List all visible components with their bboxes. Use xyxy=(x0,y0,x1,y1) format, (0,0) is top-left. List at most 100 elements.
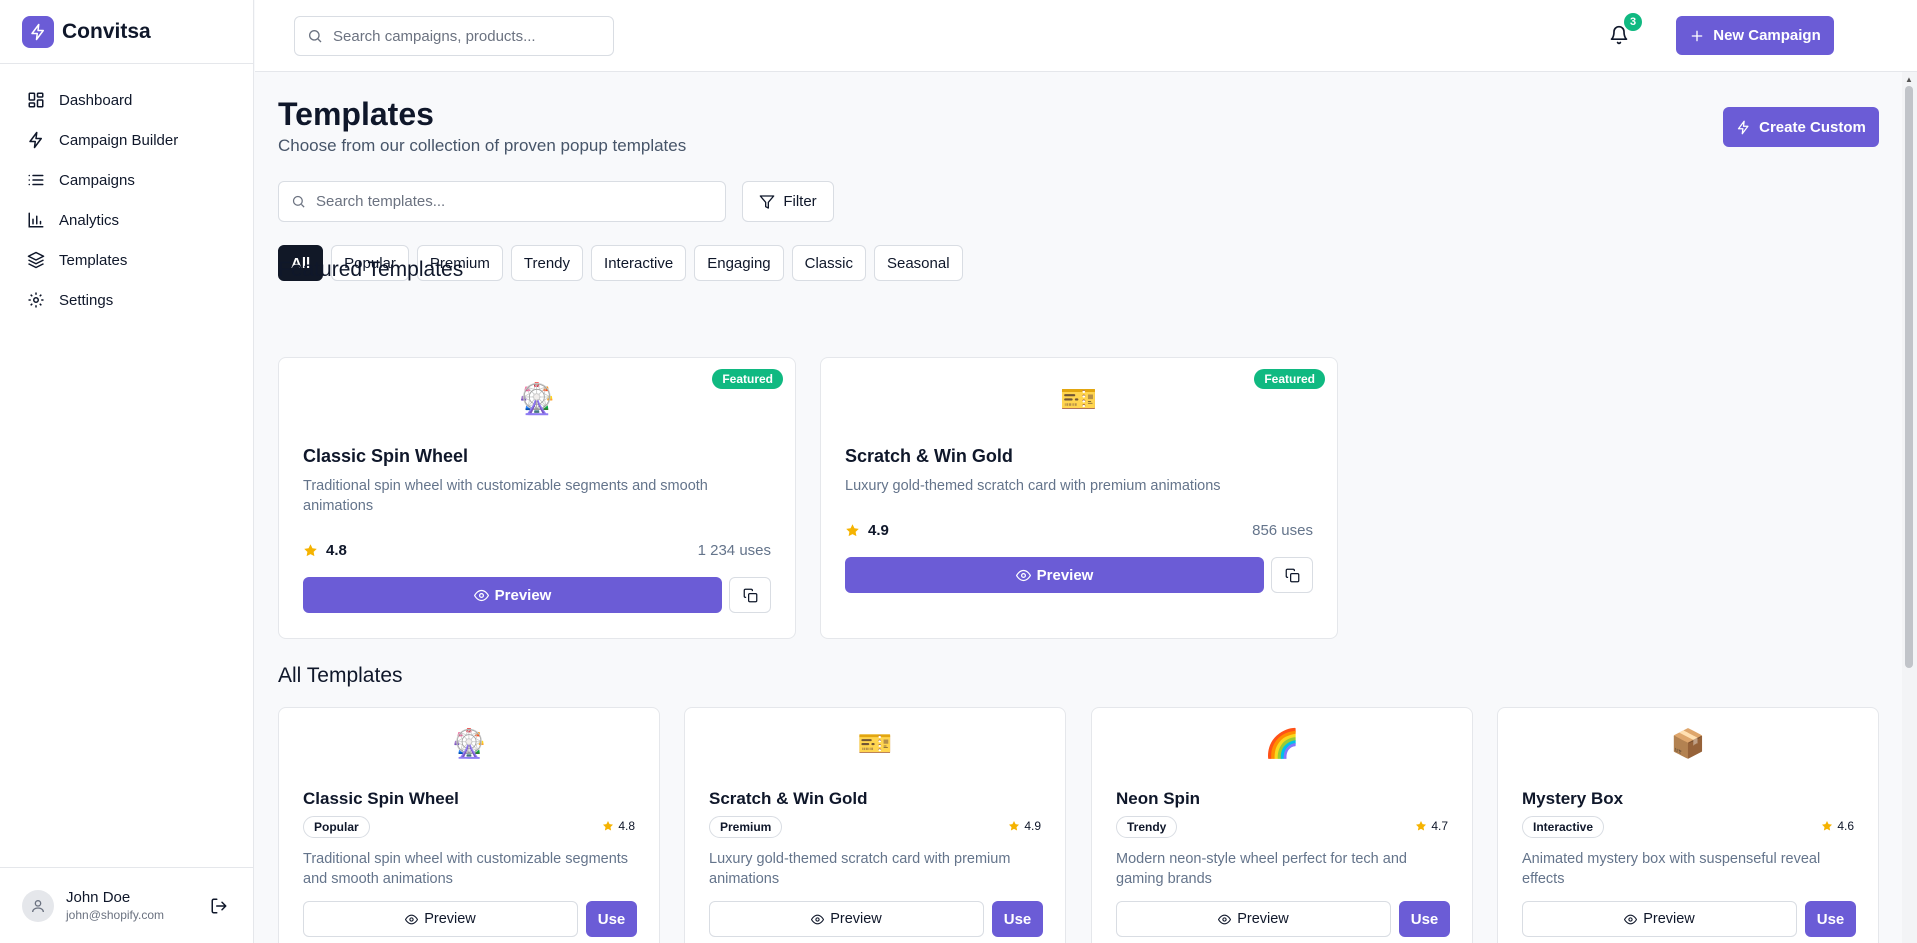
new-campaign-button[interactable]: New Campaign xyxy=(1676,16,1834,55)
global-search[interactable] xyxy=(294,16,614,56)
star-icon xyxy=(1416,821,1427,831)
featured-card[interactable]: 🎡 Featured Classic Spin Wheel Traditiona… xyxy=(278,357,796,639)
template-name: Mystery Box xyxy=(1522,789,1624,808)
template-card[interactable]: 📦 Mystery Box Interactive 4.6 Animated m… xyxy=(1497,707,1879,943)
user-name: John Doe xyxy=(66,889,131,906)
sidebar-item-campaigns[interactable]: Campaigns xyxy=(0,160,253,200)
category-badge: Premium xyxy=(709,816,783,838)
dashboard-icon xyxy=(26,90,46,110)
chip-classic[interactable]: Classic xyxy=(791,245,866,281)
preview-button[interactable]: Preview xyxy=(1522,901,1797,937)
copy-icon xyxy=(1285,568,1299,582)
notification-count-badge: 3 xyxy=(1624,13,1642,31)
template-name: Neon Spin xyxy=(1116,789,1201,808)
create-custom-button[interactable]: Create Custom xyxy=(1723,107,1879,147)
page-subtitle: Choose from our collection of proven pop… xyxy=(278,136,687,155)
new-campaign-label: New Campaign xyxy=(1713,27,1821,44)
star-icon xyxy=(846,524,859,537)
preview-label: Preview xyxy=(424,911,476,927)
scroll-up-arrow-icon[interactable]: ▲ xyxy=(1903,74,1915,84)
use-button[interactable]: Use xyxy=(1805,901,1856,937)
rating-value: 4.9 xyxy=(1024,819,1041,833)
use-button[interactable]: Use xyxy=(1399,901,1450,937)
copy-button[interactable] xyxy=(1271,557,1313,593)
template-search-input[interactable] xyxy=(316,193,716,210)
preview-label: Preview xyxy=(830,911,882,927)
preview-label: Preview xyxy=(1036,566,1094,584)
eye-icon xyxy=(811,914,825,924)
filter-icon xyxy=(759,194,775,210)
star-icon xyxy=(1009,821,1020,831)
template-name: Scratch & Win Gold xyxy=(845,446,1013,466)
featured-section-title: Featured Templates xyxy=(278,258,464,281)
sidebar-nav: Dashboard Campaign Builder Campaigns Ana… xyxy=(0,64,253,320)
template-rating: 4.6 xyxy=(1821,819,1854,833)
preview-button[interactable]: Preview xyxy=(1116,901,1391,937)
template-rating: 4.8 xyxy=(303,542,347,559)
brand[interactable]: Convitsa xyxy=(0,0,253,64)
template-rating: 4.9 xyxy=(1008,819,1041,833)
template-card[interactable]: 🎡 Classic Spin Wheel Popular 4.8 Traditi… xyxy=(278,707,660,943)
preview-button[interactable]: Preview xyxy=(709,901,984,937)
sidebar-item-label: Settings xyxy=(59,291,114,309)
chart-icon xyxy=(26,210,46,230)
user-email: john@shopify.com xyxy=(66,908,165,922)
featured-card[interactable]: 🎫 Featured Scratch & Win Gold Luxury gol… xyxy=(820,357,1338,639)
sidebar-item-dashboard[interactable]: Dashboard xyxy=(0,80,253,120)
template-search[interactable] xyxy=(278,181,726,222)
sidebar-item-campaign-builder[interactable]: Campaign Builder xyxy=(0,120,253,160)
search-input[interactable] xyxy=(333,27,593,45)
chip-seasonal[interactable]: Seasonal xyxy=(873,245,963,281)
create-custom-label: Create Custom xyxy=(1759,118,1866,136)
eye-icon xyxy=(473,589,489,601)
template-description: Modern neon-style wheel perfect for tech… xyxy=(1116,851,1407,887)
use-button[interactable]: Use xyxy=(586,901,637,937)
category-badge: Interactive xyxy=(1522,816,1605,838)
layers-icon xyxy=(26,250,46,270)
plus-icon xyxy=(1689,28,1705,44)
filter-button[interactable]: Filter xyxy=(742,181,834,222)
template-rating: 4.8 xyxy=(602,819,635,833)
app-name: Convitsa xyxy=(62,19,151,43)
chip-engaging[interactable]: Engaging xyxy=(694,245,784,281)
main-content: Templates Choose from our collection of … xyxy=(255,72,1902,943)
sidebar-item-label: Analytics xyxy=(59,211,120,229)
template-description: Traditional spin wheel with customizable… xyxy=(303,478,708,514)
template-card[interactable]: 🎫 Scratch & Win Gold Premium 4.9 Luxury … xyxy=(684,707,1066,943)
category-badge: Popular xyxy=(303,816,370,838)
filter-label: Filter xyxy=(783,193,817,210)
copy-icon xyxy=(743,588,757,602)
rating-value: 4.8 xyxy=(326,542,347,559)
star-icon xyxy=(1822,821,1833,831)
sidebar-item-analytics[interactable]: Analytics xyxy=(0,200,253,240)
user-profile: John Doe john@shopify.com xyxy=(0,867,253,943)
package-emoji: 📦 xyxy=(1670,728,1706,759)
ticket-emoji: 🎫 xyxy=(857,728,893,759)
template-rating: 4.7 xyxy=(1415,819,1448,833)
preview-button[interactable]: Preview xyxy=(303,577,722,613)
avatar[interactable] xyxy=(22,889,54,922)
preview-label: Preview xyxy=(494,586,552,604)
search-icon xyxy=(307,28,323,44)
sidebar-item-templates[interactable]: Templates xyxy=(0,240,253,280)
copy-button[interactable] xyxy=(729,577,771,613)
template-card[interactable]: 🌈 Neon Spin Trendy 4.7 Modern neon-style… xyxy=(1091,707,1473,943)
sidebar-item-settings[interactable]: Settings xyxy=(0,280,253,320)
eye-icon xyxy=(1624,914,1638,924)
preview-button[interactable]: Preview xyxy=(303,901,578,937)
template-description: Luxury gold-themed scratch card with pre… xyxy=(845,478,1221,494)
page-title: Templates xyxy=(278,96,434,132)
category-badge: Trendy xyxy=(1116,816,1178,838)
chip-trendy[interactable]: Trendy xyxy=(510,245,584,281)
sidebar: Convitsa Dashboard Campaign Builder Camp… xyxy=(0,0,254,943)
scrollbar-thumb[interactable] xyxy=(1905,86,1913,668)
eye-icon xyxy=(1015,569,1031,581)
sidebar-item-label: Campaign Builder xyxy=(59,131,179,149)
preview-label: Preview xyxy=(1237,911,1289,927)
preview-button[interactable]: Preview xyxy=(845,557,1264,593)
logo-zap-icon xyxy=(22,15,54,48)
chip-interactive[interactable]: Interactive xyxy=(591,245,687,281)
use-button[interactable]: Use xyxy=(992,901,1043,937)
eye-icon xyxy=(405,914,419,924)
logout-icon[interactable] xyxy=(210,897,228,915)
